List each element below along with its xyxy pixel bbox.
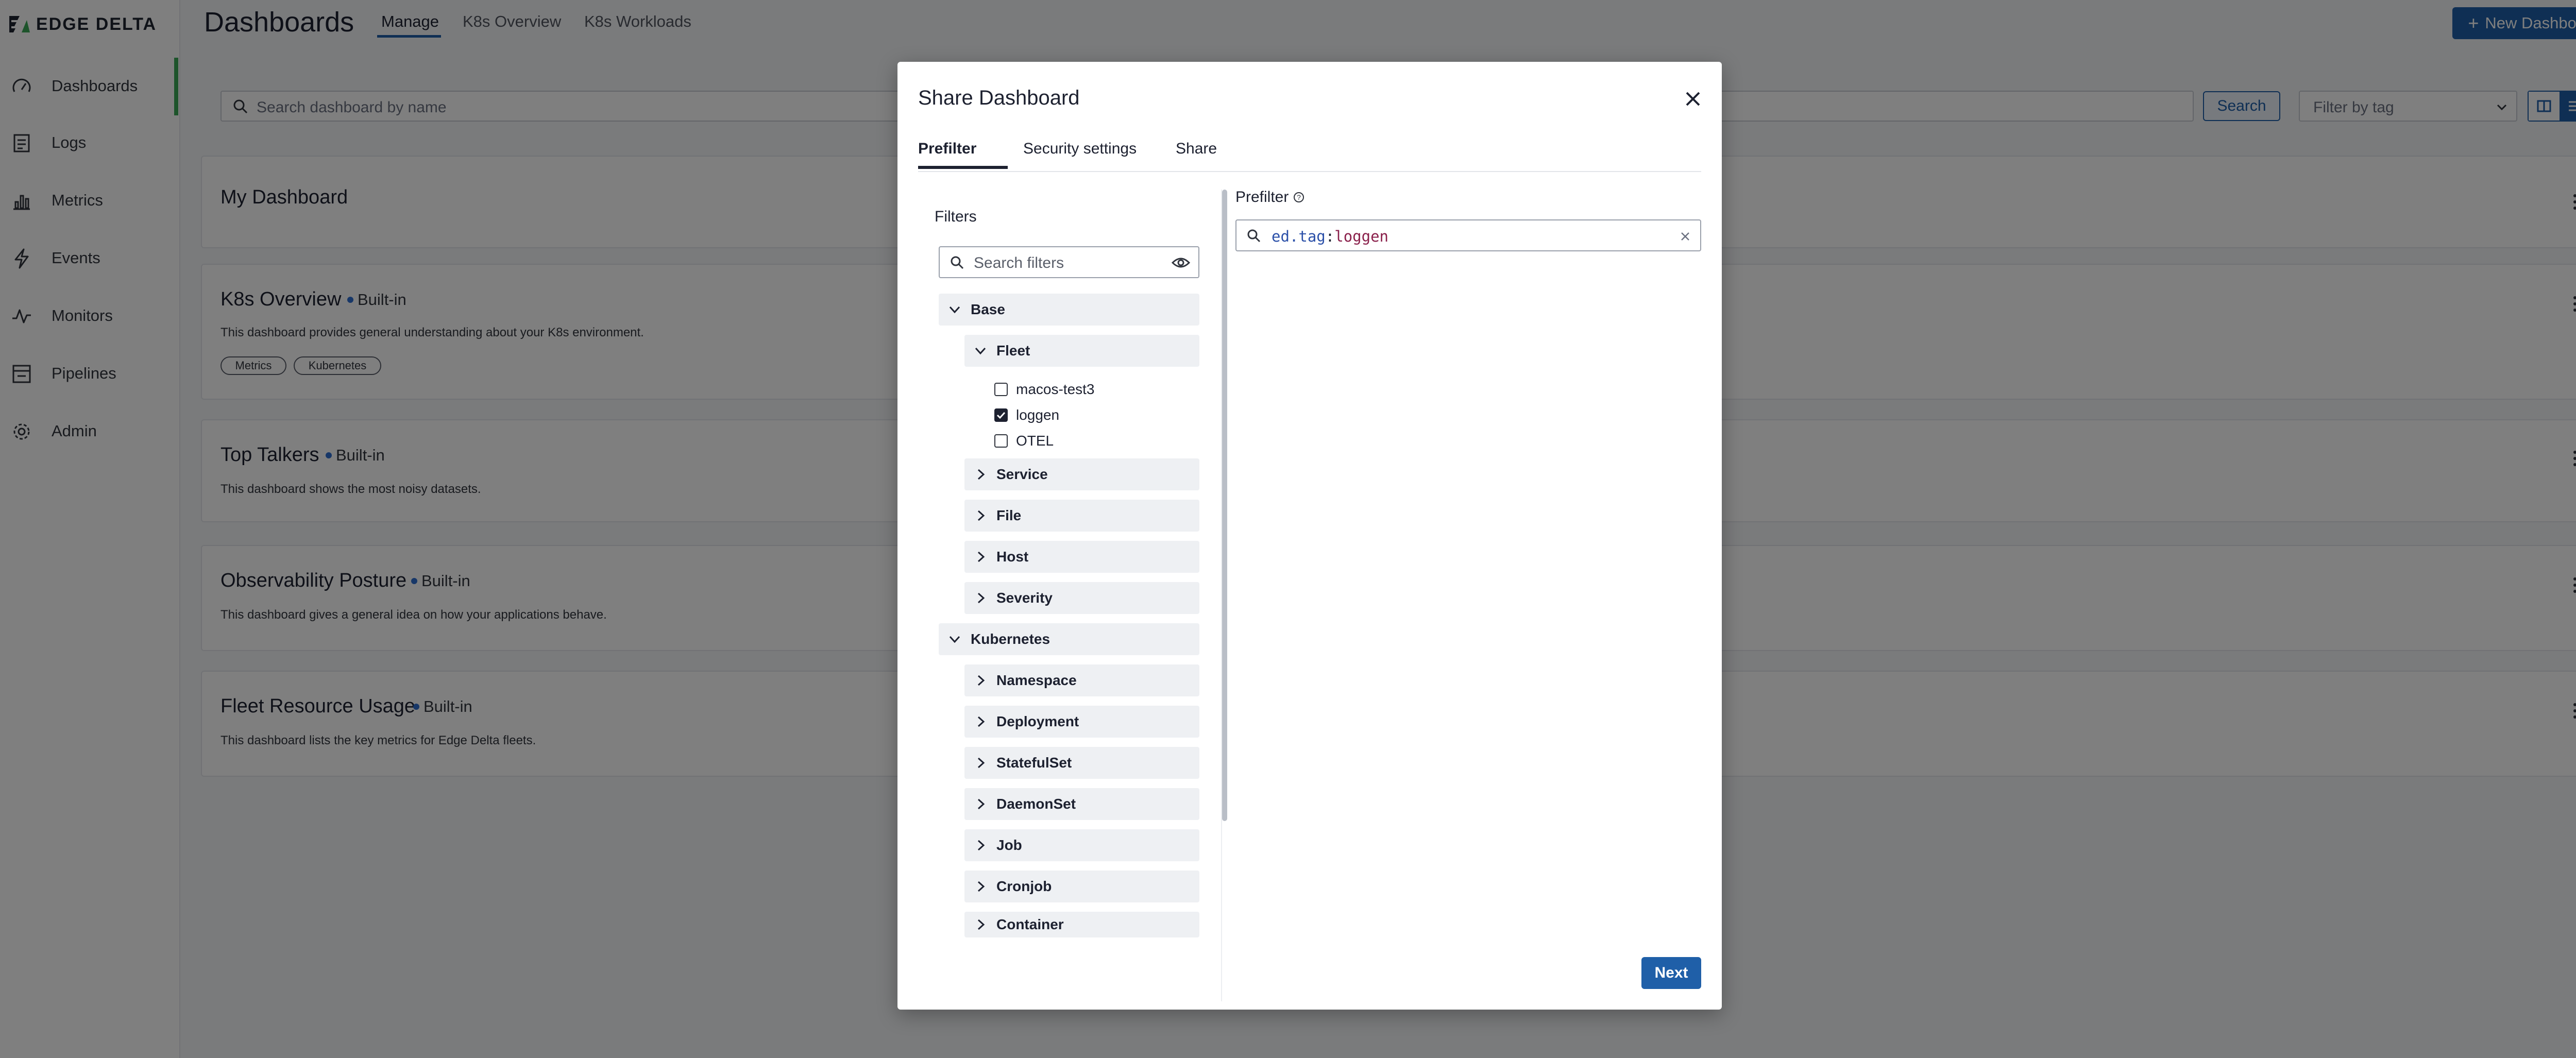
filter-group-label: Service — [996, 466, 1048, 482]
search-icon — [951, 256, 964, 269]
chevron-right-icon — [977, 551, 985, 562]
modal-tab-active-underline — [918, 166, 1008, 169]
chevron-right-icon — [977, 592, 985, 604]
chevron-right-icon — [977, 510, 985, 521]
chevron-right-icon — [977, 757, 985, 769]
filter-group-deployment[interactable]: Deployment — [964, 706, 1199, 738]
filter-group-label: Deployment — [996, 713, 1079, 729]
chevron-right-icon — [977, 798, 985, 810]
filter-option-loggen[interactable]: loggen — [994, 405, 1059, 425]
filter-group-label: Container — [996, 916, 1064, 932]
checkbox[interactable] — [994, 383, 1008, 396]
filter-group-severity[interactable]: Severity — [964, 582, 1199, 614]
filter-option-macos-test3[interactable]: macos-test3 — [994, 379, 1095, 400]
filter-option-otel[interactable]: OTEL — [994, 431, 1054, 451]
chevron-right-icon — [977, 840, 985, 851]
filter-group-label: DaemonSet — [996, 796, 1076, 812]
query-value: loggen — [1334, 228, 1388, 245]
filter-group-base[interactable]: Base — [939, 294, 1199, 326]
chevron-down-icon — [949, 636, 960, 643]
filter-group-label: Base — [971, 301, 1005, 317]
chevron-right-icon — [977, 881, 985, 892]
filters-scrollbar[interactable] — [1222, 190, 1227, 821]
check-icon — [996, 412, 1006, 419]
filter-option-label: macos-test3 — [1016, 381, 1095, 397]
filter-group-kubernetes[interactable]: Kubernetes — [939, 623, 1199, 655]
filter-group-container[interactable]: Container — [964, 912, 1199, 937]
modal-tab-prefilter[interactable]: Prefilter — [918, 140, 976, 158]
svg-text:?: ? — [1297, 193, 1301, 201]
filter-group-host[interactable]: Host — [964, 541, 1199, 573]
filter-group-label: Fleet — [996, 343, 1030, 359]
filter-group-label: Host — [996, 549, 1029, 565]
filter-group-file[interactable]: File — [964, 500, 1199, 532]
filter-group-namespace[interactable]: Namespace — [964, 664, 1199, 696]
filter-group-label: Severity — [996, 590, 1053, 606]
modal-tab-security-settings[interactable]: Security settings — [1023, 140, 1137, 158]
help-icon[interactable]: ? — [1293, 191, 1305, 203]
filters-search-input[interactable]: Search filters — [939, 246, 1199, 278]
prefilter-query-input[interactable]: ed.tag:loggen — [1235, 219, 1701, 251]
modal-tab-divider — [918, 171, 1701, 172]
checkbox-checked[interactable] — [994, 408, 1008, 422]
filter-group-fleet[interactable]: Fleet — [964, 335, 1199, 367]
filter-group-label: Namespace — [996, 672, 1077, 688]
chevron-right-icon — [977, 675, 985, 686]
filter-group-label: Kubernetes — [971, 631, 1050, 647]
filter-group-cronjob[interactable]: Cronjob — [964, 871, 1199, 902]
clear-icon[interactable] — [1680, 231, 1691, 242]
filter-option-label: OTEL — [1016, 433, 1054, 449]
chevron-down-icon — [975, 347, 986, 355]
chevron-right-icon — [977, 919, 985, 930]
filter-option-label: loggen — [1016, 407, 1060, 423]
query-separator: : — [1325, 228, 1335, 245]
filter-group-job[interactable]: Job — [964, 829, 1199, 861]
prefilter-label: Prefilter — [1235, 189, 1289, 206]
modal-tab-share[interactable]: Share — [1176, 140, 1217, 158]
filter-group-label: Cronjob — [996, 878, 1052, 894]
next-button[interactable]: Next — [1641, 957, 1701, 989]
chevron-right-icon — [977, 469, 985, 480]
checkbox[interactable] — [994, 434, 1008, 448]
query-key: ed.tag — [1272, 228, 1326, 245]
filters-search-placeholder: Search filters — [974, 254, 1064, 271]
filter-group-daemonset[interactable]: DaemonSet — [964, 788, 1199, 820]
search-icon — [1247, 229, 1261, 243]
share-dashboard-modal: Share Dashboard Prefilter Security setti… — [897, 62, 1722, 1010]
prefilter-query: ed.tag:loggen — [1272, 228, 1388, 245]
prefilter-heading: Prefilter ? — [1235, 189, 1305, 206]
filter-group-label: File — [996, 507, 1022, 523]
filter-group-statefulset[interactable]: StatefulSet — [964, 747, 1199, 779]
chevron-down-icon — [949, 306, 960, 314]
eye-icon[interactable] — [1172, 257, 1190, 269]
close-icon[interactable] — [1683, 89, 1703, 109]
modal-title: Share Dashboard — [918, 87, 1080, 109]
chevron-right-icon — [977, 716, 985, 727]
filter-group-label: StatefulSet — [996, 755, 1072, 771]
filter-group-label: Job — [996, 837, 1022, 853]
filter-group-service[interactable]: Service — [964, 458, 1199, 490]
filters-heading: Filters — [935, 208, 977, 225]
